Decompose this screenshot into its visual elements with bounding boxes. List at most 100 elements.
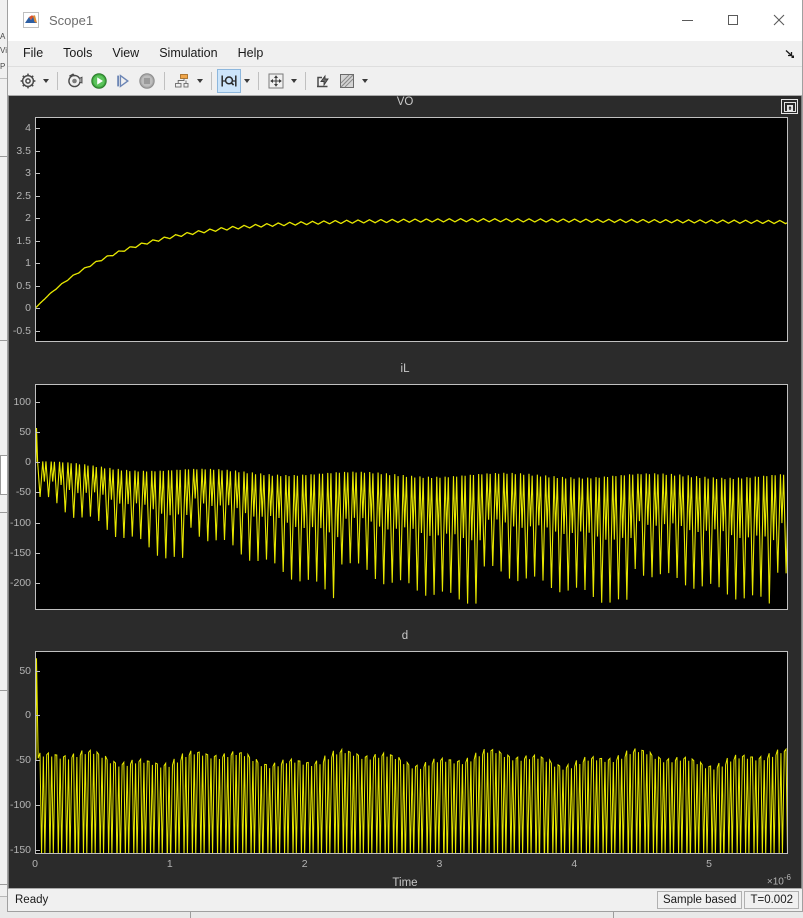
autoscale-button[interactable] [311, 69, 335, 93]
subplot-vo-ytick-mark [35, 240, 40, 242]
cursor-measurements-dropdown[interactable] [241, 69, 253, 93]
autoscale-icon [317, 74, 329, 88]
subplot-d: d 50 0 -50 -100 -150 0 1 2 3 4 5 Time ×10-6 [9, 630, 801, 888]
subplot-vo-ytick-label: 3 [25, 167, 31, 180]
window-controls [664, 0, 802, 40]
subplot-vo-ytick-mark [35, 285, 40, 287]
menu-tools[interactable]: Tools [53, 41, 102, 66]
chevron-down-icon [197, 79, 203, 83]
layout-icon [175, 74, 189, 88]
subplot-vo-trace-svg [36, 118, 787, 341]
style-dropdown[interactable] [359, 69, 371, 93]
subplot-d-ytick-label: -150 [9, 843, 31, 856]
subplot-d-ytick-mark [35, 849, 40, 851]
subplot-vo-ytick-label: 0 [25, 302, 31, 315]
run-button[interactable] [87, 69, 111, 93]
subplot-vo: VO 4 3.5 3 2.5 2 1.5 1 0.5 0 -0.5 [9, 96, 801, 362]
subplot-vo-ytick-mark [35, 195, 40, 197]
toolbar [8, 67, 802, 96]
layout-dropdown[interactable] [194, 69, 206, 93]
subplot-il-trace-svg [36, 385, 787, 609]
subplot-il-ytick-label: -200 [9, 576, 31, 589]
subplot-il-ytick-mark [35, 582, 40, 584]
menu-simulation[interactable]: Simulation [149, 41, 227, 66]
subplot-d-ytick-label: -50 [15, 754, 31, 767]
menu-file[interactable]: File [13, 41, 53, 66]
stop-button[interactable] [135, 69, 159, 93]
minimize-button[interactable] [664, 0, 710, 40]
zoom-pan-button[interactable] [264, 69, 288, 93]
screen-root: A Vi P + + + + [0, 0, 803, 918]
subplot-vo-ytick-label: 2 [25, 212, 31, 225]
stop-icon [139, 73, 155, 89]
maximize-icon [728, 15, 738, 25]
subplot-vo-ytick-mark [35, 173, 40, 175]
status-bar: Ready Sample based T=0.002 [8, 888, 802, 911]
subplot-vo-ytick-mark [35, 150, 40, 152]
subplot-il-ytick-mark [35, 522, 40, 524]
status-time: T=0.002 [744, 891, 799, 909]
status-sample-mode: Sample based [656, 891, 743, 909]
xtick-label: 1 [166, 858, 173, 870]
scope-plot-area: VO 4 3.5 3 2.5 2 1.5 1 0.5 0 -0.5 iL 100 50 0 -50 -10… [8, 96, 802, 888]
subplot-d-trace-svg [36, 652, 787, 853]
subplot-il-title: iL [400, 363, 410, 375]
subplot-il-axes [35, 384, 788, 610]
style-button[interactable] [335, 69, 359, 93]
menu-view[interactable]: View [102, 41, 149, 66]
subplot-vo-ytick-mark [35, 263, 40, 265]
subplot-d-ytick-label: 0 [25, 709, 31, 722]
xtick-label: 3 [436, 858, 443, 870]
menu-help[interactable]: Help [228, 41, 274, 66]
subplot-il-ytick-label: -100 [9, 516, 31, 529]
matlab-scope-icon [23, 12, 39, 28]
step-forward-icon [117, 74, 129, 88]
subplot-il-ytick-label: -150 [9, 546, 31, 559]
xaxis-exponent-prefix: ×10 [766, 876, 784, 888]
chevron-down-icon [291, 79, 297, 83]
play-icon [91, 73, 107, 89]
toolbar-separator-3 [211, 72, 212, 90]
chevron-down-icon [43, 79, 49, 83]
maximize-button[interactable] [710, 0, 756, 40]
subplot-vo-ytick-mark [35, 218, 40, 220]
xaxis-exponent: ×10-6 [767, 873, 791, 887]
subplot-d-ytick-label: -100 [9, 798, 31, 811]
subplot-vo-title: VO [396, 96, 414, 108]
subplot-il-ytick-mark [35, 552, 40, 554]
subplot-vo-axes [35, 117, 788, 342]
subplot-il-ytick-label: 100 [13, 396, 31, 409]
title-bar: Scope1 [8, 0, 802, 41]
xaxis-label: Time [392, 877, 418, 888]
print-icon [68, 73, 83, 88]
status-cells: Sample based T=0.002 [655, 891, 799, 909]
xtick-label: 0 [32, 858, 38, 870]
subplot-il-ytick-mark [35, 492, 40, 494]
toolbar-separator-1 [57, 72, 58, 90]
xaxis-exponent-power: -6 [783, 873, 791, 882]
cursor-measurements-button[interactable] [217, 69, 241, 93]
subplot-vo-ytick-label: 1 [25, 257, 31, 270]
print-button[interactable] [63, 69, 87, 93]
subplot-d-ytick-mark [35, 760, 40, 762]
zoom-pan-dropdown[interactable] [288, 69, 300, 93]
layout-button[interactable] [170, 69, 194, 93]
subplot-d-title: d [401, 630, 409, 642]
subplot-vo-ytick-label: 4 [25, 122, 31, 135]
step-forward-button[interactable] [111, 69, 135, 93]
configuration-properties-button[interactable] [16, 69, 40, 93]
close-button[interactable] [756, 0, 802, 40]
subplot-vo-ytick-mark [35, 308, 40, 310]
overflow-arrow-icon[interactable] [782, 46, 796, 60]
scope-window: Scope1 File Tools View Simulation Help V… [7, 0, 803, 912]
configuration-properties-dropdown[interactable] [40, 69, 52, 93]
menu-bar: File Tools View Simulation Help [8, 41, 802, 67]
undock-icon[interactable] [781, 99, 798, 114]
subplot-vo-ytick-label: 2.5 [16, 189, 31, 202]
status-message: Ready [15, 894, 49, 906]
subplot-il: iL 100 50 0 -50 -100 -150 -200 [9, 363, 801, 630]
window-title: Scope1 [49, 12, 94, 28]
toolbar-separator-5 [305, 72, 306, 90]
xtick-label: 4 [571, 858, 578, 870]
chevron-down-icon [244, 79, 250, 83]
